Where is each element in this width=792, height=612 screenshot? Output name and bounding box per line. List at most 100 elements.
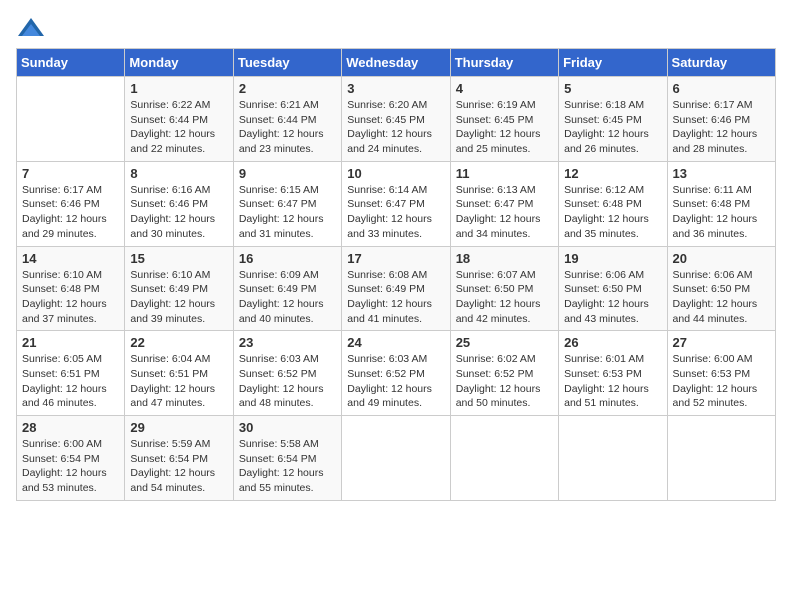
col-monday: Monday [125, 49, 233, 77]
day-info: Sunrise: 6:00 AM Sunset: 6:53 PM Dayligh… [673, 352, 770, 411]
day-number: 19 [564, 251, 661, 266]
col-wednesday: Wednesday [342, 49, 450, 77]
day-number: 29 [130, 420, 227, 435]
day-info: Sunrise: 6:17 AM Sunset: 6:46 PM Dayligh… [673, 98, 770, 157]
day-info: Sunrise: 6:01 AM Sunset: 6:53 PM Dayligh… [564, 352, 661, 411]
cell-2-6: 20 Sunrise: 6:06 AM Sunset: 6:50 PM Dayli… [667, 246, 775, 331]
day-info: Sunrise: 6:05 AM Sunset: 6:51 PM Dayligh… [22, 352, 119, 411]
day-info: Sunrise: 6:19 AM Sunset: 6:45 PM Dayligh… [456, 98, 553, 157]
day-number: 7 [22, 166, 119, 181]
logo [16, 16, 50, 40]
logo-icon [16, 16, 46, 40]
day-number: 6 [673, 81, 770, 96]
day-number: 16 [239, 251, 336, 266]
day-info: Sunrise: 6:18 AM Sunset: 6:45 PM Dayligh… [564, 98, 661, 157]
day-number: 10 [347, 166, 444, 181]
day-number: 23 [239, 335, 336, 350]
cell-0-0 [17, 77, 125, 162]
col-friday: Friday [559, 49, 667, 77]
day-number: 13 [673, 166, 770, 181]
day-info: Sunrise: 6:22 AM Sunset: 6:44 PM Dayligh… [130, 98, 227, 157]
week-row-0: 1 Sunrise: 6:22 AM Sunset: 6:44 PM Daylig… [17, 77, 776, 162]
cell-1-2: 9Sunrise: 6:15 AM Sunset: 6:47 PM Daylig… [233, 161, 341, 246]
day-info: Sunrise: 6:10 AM Sunset: 6:49 PM Dayligh… [130, 268, 227, 327]
day-info: Sunrise: 6:03 AM Sunset: 6:52 PM Dayligh… [347, 352, 444, 411]
day-number: 9 [239, 166, 336, 181]
cell-4-5 [559, 416, 667, 501]
day-info: Sunrise: 6:11 AM Sunset: 6:48 PM Dayligh… [673, 183, 770, 242]
day-info: Sunrise: 5:58 AM Sunset: 6:54 PM Dayligh… [239, 437, 336, 496]
cell-2-2: 16 Sunrise: 6:09 AM Sunset: 6:49 PM Dayli… [233, 246, 341, 331]
week-row-1: 7 Sunrise: 6:17 AM Sunset: 6:46 PM Daylig… [17, 161, 776, 246]
day-info: Sunrise: 6:17 AM Sunset: 6:46 PM Dayligh… [22, 183, 119, 242]
cell-2-4: 18Sunrise: 6:07 AM Sunset: 6:50 PM Dayli… [450, 246, 558, 331]
cell-4-2: 30 Sunrise: 5:58 AM Sunset: 6:54 PM Dayli… [233, 416, 341, 501]
cell-3-3: 24 Sunrise: 6:03 AM Sunset: 6:52 PM Dayli… [342, 331, 450, 416]
week-row-2: 14 Sunrise: 6:10 AM Sunset: 6:48 PM Dayli… [17, 246, 776, 331]
cell-4-3 [342, 416, 450, 501]
day-number: 12 [564, 166, 661, 181]
day-info: Sunrise: 6:21 AM Sunset: 6:44 PM Dayligh… [239, 98, 336, 157]
day-number: 18 [456, 251, 553, 266]
day-info: Sunrise: 6:14 AM Sunset: 6:47 PM Dayligh… [347, 183, 444, 242]
week-row-4: 28 Sunrise: 6:00 AM Sunset: 6:54 PM Dayli… [17, 416, 776, 501]
cell-1-6: 13 Sunrise: 6:11 AM Sunset: 6:48 PM Dayli… [667, 161, 775, 246]
day-info: Sunrise: 6:16 AM Sunset: 6:46 PM Dayligh… [130, 183, 227, 242]
day-info: Sunrise: 6:06 AM Sunset: 6:50 PM Dayligh… [673, 268, 770, 327]
day-number: 2 [239, 81, 336, 96]
col-tuesday: Tuesday [233, 49, 341, 77]
day-number: 26 [564, 335, 661, 350]
calendar-table: SundayMondayTuesdayWednesdayThursdayFrid… [16, 48, 776, 501]
cell-1-0: 7 Sunrise: 6:17 AM Sunset: 6:46 PM Daylig… [17, 161, 125, 246]
cell-3-5: 26 Sunrise: 6:01 AM Sunset: 6:53 PM Dayli… [559, 331, 667, 416]
cell-4-0: 28 Sunrise: 6:00 AM Sunset: 6:54 PM Dayli… [17, 416, 125, 501]
cell-4-1: 29 Sunrise: 5:59 AM Sunset: 6:54 PM Dayli… [125, 416, 233, 501]
day-info: Sunrise: 6:00 AM Sunset: 6:54 PM Dayligh… [22, 437, 119, 496]
cell-3-1: 22Sunrise: 6:04 AM Sunset: 6:51 PM Dayli… [125, 331, 233, 416]
cell-4-6 [667, 416, 775, 501]
cell-0-4: 4 Sunrise: 6:19 AM Sunset: 6:45 PM Daylig… [450, 77, 558, 162]
day-number: 11 [456, 166, 553, 181]
day-info: Sunrise: 6:02 AM Sunset: 6:52 PM Dayligh… [456, 352, 553, 411]
day-number: 4 [456, 81, 553, 96]
cell-1-1: 8 Sunrise: 6:16 AM Sunset: 6:46 PM Daylig… [125, 161, 233, 246]
day-info: Sunrise: 6:20 AM Sunset: 6:45 PM Dayligh… [347, 98, 444, 157]
day-number: 30 [239, 420, 336, 435]
day-number: 20 [673, 251, 770, 266]
cell-2-5: 19 Sunrise: 6:06 AM Sunset: 6:50 PM Dayli… [559, 246, 667, 331]
cell-2-0: 14 Sunrise: 6:10 AM Sunset: 6:48 PM Dayli… [17, 246, 125, 331]
cell-2-3: 17 Sunrise: 6:08 AM Sunset: 6:49 PM Dayli… [342, 246, 450, 331]
calendar-header: SundayMondayTuesdayWednesdayThursdayFrid… [17, 49, 776, 77]
day-number: 5 [564, 81, 661, 96]
cell-1-5: 12Sunrise: 6:12 AM Sunset: 6:48 PM Dayli… [559, 161, 667, 246]
day-number: 8 [130, 166, 227, 181]
day-number: 3 [347, 81, 444, 96]
cell-0-2: 2 Sunrise: 6:21 AM Sunset: 6:44 PM Daylig… [233, 77, 341, 162]
day-number: 22 [130, 335, 227, 350]
day-info: Sunrise: 6:09 AM Sunset: 6:49 PM Dayligh… [239, 268, 336, 327]
day-number: 17 [347, 251, 444, 266]
cell-3-0: 21Sunrise: 6:05 AM Sunset: 6:51 PM Dayli… [17, 331, 125, 416]
col-saturday: Saturday [667, 49, 775, 77]
cell-0-6: 6 Sunrise: 6:17 AM Sunset: 6:46 PM Daylig… [667, 77, 775, 162]
day-info: Sunrise: 6:10 AM Sunset: 6:48 PM Dayligh… [22, 268, 119, 327]
day-info: Sunrise: 6:13 AM Sunset: 6:47 PM Dayligh… [456, 183, 553, 242]
day-info: Sunrise: 6:08 AM Sunset: 6:49 PM Dayligh… [347, 268, 444, 327]
day-number: 24 [347, 335, 444, 350]
day-number: 1 [130, 81, 227, 96]
day-number: 14 [22, 251, 119, 266]
day-number: 15 [130, 251, 227, 266]
col-sunday: Sunday [17, 49, 125, 77]
day-number: 25 [456, 335, 553, 350]
cell-4-4 [450, 416, 558, 501]
day-info: Sunrise: 6:06 AM Sunset: 6:50 PM Dayligh… [564, 268, 661, 327]
day-number: 28 [22, 420, 119, 435]
cell-0-1: 1 Sunrise: 6:22 AM Sunset: 6:44 PM Daylig… [125, 77, 233, 162]
cell-0-3: 3 Sunrise: 6:20 AM Sunset: 6:45 PM Daylig… [342, 77, 450, 162]
day-info: Sunrise: 6:03 AM Sunset: 6:52 PM Dayligh… [239, 352, 336, 411]
header [16, 16, 776, 40]
cell-3-2: 23 Sunrise: 6:03 AM Sunset: 6:52 PM Dayli… [233, 331, 341, 416]
day-info: Sunrise: 5:59 AM Sunset: 6:54 PM Dayligh… [130, 437, 227, 496]
cell-1-3: 10 Sunrise: 6:14 AM Sunset: 6:47 PM Dayli… [342, 161, 450, 246]
cell-0-5: 5 Sunrise: 6:18 AM Sunset: 6:45 PM Daylig… [559, 77, 667, 162]
